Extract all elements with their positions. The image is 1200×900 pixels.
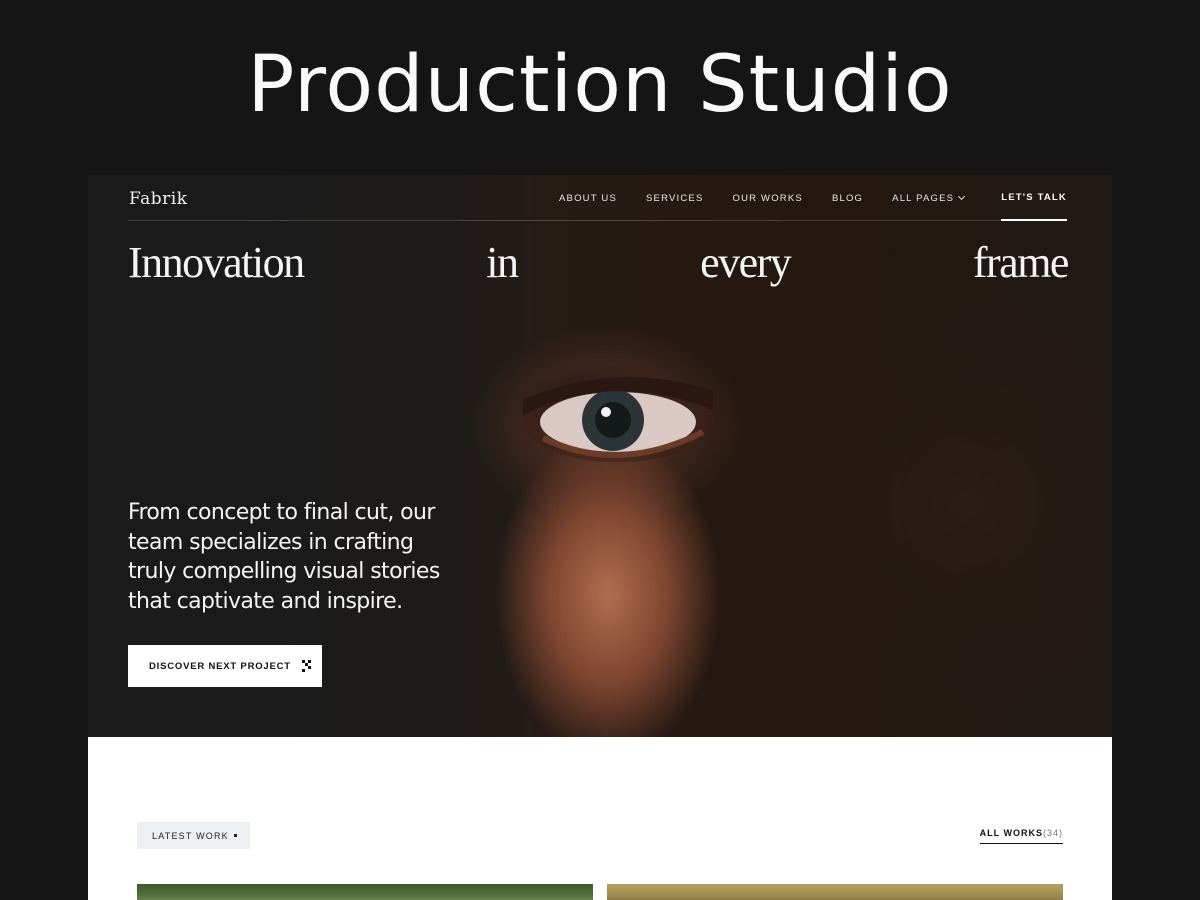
nav-links: ABOUT US SERVICES OUR WORKS BLOG ALL PAG… — [559, 175, 1067, 221]
site-logo[interactable]: Fabrik — [129, 189, 188, 209]
nav-all-pages-label: ALL PAGES — [892, 192, 955, 204]
showcase-title: Production Studio — [247, 40, 953, 130]
nav-blog[interactable]: BLOG — [832, 193, 863, 204]
chevron-down-icon — [958, 192, 966, 201]
headline-word: frame — [972, 238, 1070, 287]
latest-work-badge: LATEST WORK — [137, 822, 250, 849]
project-thumbnail[interactable] — [137, 884, 593, 900]
latest-work-section: LATEST WORK ALL WORKS(34) — [88, 737, 1112, 900]
discover-button-label: DISCOVER NEXT PROJECT — [149, 660, 291, 672]
hero-section: Fabrik ABOUT US SERVICES OUR WORKS BLOG … — [88, 175, 1112, 737]
lets-talk-button[interactable]: LET'S TALK — [1001, 175, 1067, 221]
website-preview: Fabrik ABOUT US SERVICES OUR WORKS BLOG … — [88, 175, 1112, 900]
all-works-label: ALL WORKS — [979, 828, 1043, 838]
headline-word: every — [700, 238, 792, 287]
discover-next-project-button[interactable]: DISCOVER NEXT PROJECT — [128, 645, 322, 687]
headline-word: Innovation — [128, 238, 305, 287]
dot-icon — [234, 834, 237, 837]
all-works-count: (34) — [1042, 828, 1063, 838]
all-works-link[interactable]: ALL WORKS(34) — [979, 828, 1063, 844]
latest-work-label: LATEST WORK — [152, 830, 229, 841]
nav-services[interactable]: SERVICES — [646, 193, 703, 204]
nav-our-works[interactable]: OUR WORKS — [733, 193, 803, 204]
eye-image — [523, 377, 713, 462]
project-thumbnail[interactable] — [607, 884, 1063, 900]
top-navigation: Fabrik ABOUT US SERVICES OUR WORKS BLOG … — [128, 175, 1067, 221]
hero-tagline: From concept to final cut, our team spec… — [128, 500, 440, 614]
hero-headline: Innovation in every frame — [128, 238, 1070, 287]
nav-all-pages-dropdown[interactable]: ALL PAGES — [892, 192, 966, 204]
nav-about-us[interactable]: ABOUT US — [559, 193, 617, 204]
pixel-arrow-icon — [301, 660, 312, 672]
headline-word: in — [486, 238, 519, 287]
